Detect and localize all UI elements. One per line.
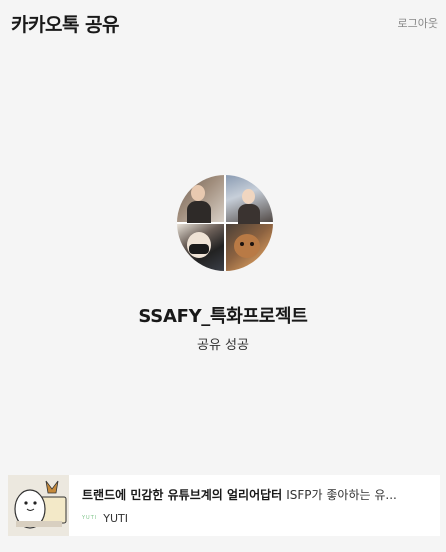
card-text-line: 트랜드에 민감한 유튜브계의 얼리어답터 ISFP가 좋아하는 유...: [82, 487, 434, 503]
source-logo-icon: YUTI: [82, 515, 98, 521]
avatar-photo-1: [177, 175, 224, 223]
thumbnail-illustration: [8, 475, 69, 536]
chatroom-name: SSAFY_특화프로젝트: [138, 306, 308, 327]
card-description: ISFP가 좋아하는 유...: [286, 487, 397, 502]
avatar-photo-2: [226, 175, 273, 224]
page-title: 카카오톡 공유: [11, 13, 120, 36]
shared-link-card[interactable]: 트랜드에 민감한 유튜브계의 얼리어답터 ISFP가 좋아하는 유... YUTI…: [8, 475, 440, 536]
card-source: YUTI YUTI: [82, 512, 434, 525]
chatroom-avatar: [177, 175, 273, 271]
header: 카카오톡 공유 로그아웃: [0, 0, 446, 46]
share-status-text: 공유 성공: [197, 338, 249, 353]
logout-button[interactable]: 로그아웃: [398, 15, 438, 31]
card-thumbnail: [8, 475, 69, 536]
card-title: 트랜드에 민감한 유튜브계의 얼리어답터: [82, 487, 283, 502]
card-content: 트랜드에 민감한 유튜브계의 얼리어답터 ISFP가 좋아하는 유... YUTI…: [69, 487, 440, 525]
avatar-photo-4: [226, 224, 273, 271]
source-name: YUTI: [103, 511, 128, 525]
avatar-photo-3: [177, 224, 224, 271]
